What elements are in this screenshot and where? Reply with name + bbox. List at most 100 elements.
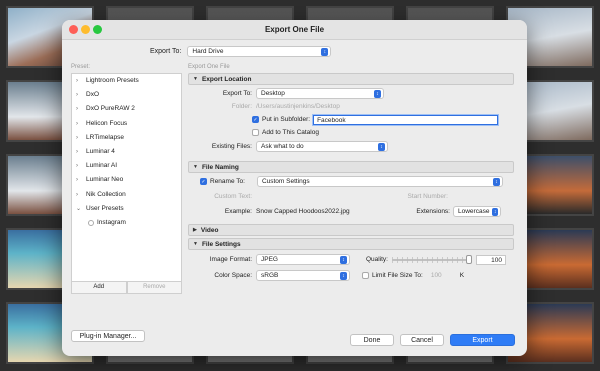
image-format-value: JPEG bbox=[261, 256, 278, 263]
put-in-subfolder-label: Put in Subfolder: bbox=[262, 116, 311, 123]
image-format-select[interactable]: JPEG ↕ bbox=[256, 254, 350, 265]
section-title: File Naming bbox=[201, 163, 239, 171]
limit-file-size-label: Limit File Size To: bbox=[372, 272, 423, 279]
preset-item[interactable]: › Luminar 4 bbox=[72, 145, 181, 159]
limit-file-size-value[interactable]: 100 bbox=[431, 272, 442, 279]
minimize-window-button[interactable] bbox=[81, 25, 90, 34]
export-to-value: Hard Drive bbox=[192, 48, 224, 55]
preset-label: Preset: bbox=[71, 64, 91, 70]
subfolder-input[interactable]: Facebook bbox=[313, 114, 499, 125]
chevron-right-icon[interactable]: › bbox=[76, 188, 83, 202]
preset-buttons: Add Remove bbox=[71, 282, 182, 294]
existing-files-select[interactable]: Ask what to do ↕ bbox=[256, 141, 388, 152]
extensions-label: Extensions: bbox=[416, 208, 450, 215]
extensions-select[interactable]: Lowercase ↕ bbox=[453, 206, 501, 217]
rename-to-select[interactable]: Custom Settings ↕ bbox=[256, 176, 503, 187]
section-title: File Settings bbox=[201, 240, 241, 248]
preset-label: Luminar Neo bbox=[86, 176, 124, 184]
color-space-value: sRGB bbox=[261, 272, 279, 279]
export-location-value: Desktop bbox=[261, 90, 285, 97]
quality-slider[interactable] bbox=[392, 255, 472, 264]
preset-item[interactable]: › Luminar AI bbox=[72, 159, 181, 173]
limit-file-size-unit: K bbox=[459, 272, 465, 279]
color-space-label: Color Space: bbox=[214, 272, 252, 279]
preset-item[interactable]: › LRTimelapse bbox=[72, 131, 181, 145]
triangle-down-icon: ▼ bbox=[193, 76, 198, 82]
chevron-right-icon[interactable]: › bbox=[76, 117, 83, 131]
slider-thumb[interactable] bbox=[466, 255, 472, 264]
slider-ticks bbox=[392, 256, 472, 263]
section-header-video[interactable]: ▶ Video bbox=[188, 224, 514, 236]
chevron-right-icon[interactable]: › bbox=[76, 102, 83, 116]
preset-item[interactable]: › DxO bbox=[72, 88, 181, 102]
color-space-select[interactable]: sRGB ↕ bbox=[256, 270, 350, 281]
export-to-select[interactable]: Hard Drive ↕ bbox=[187, 46, 332, 57]
settings-pane-label: Export One File bbox=[188, 64, 230, 70]
put-in-subfolder-checkbox[interactable]: ✓ bbox=[252, 116, 259, 123]
chevron-right-icon[interactable]: › bbox=[76, 145, 83, 159]
rename-to-label: Rename To: bbox=[210, 178, 245, 185]
plugin-manager-button[interactable]: Plug-in Manager... bbox=[71, 330, 145, 342]
preset-label: DxO bbox=[86, 91, 99, 99]
preset-item[interactable]: › Luminar Neo bbox=[72, 173, 181, 187]
settings-pane: Export One File ▼ Export Location Export … bbox=[188, 64, 514, 310]
chevron-right-icon[interactable]: › bbox=[76, 88, 83, 102]
chevron-updown-icon: ↕ bbox=[321, 47, 329, 56]
section-header-file-settings[interactable]: ▼ File Settings bbox=[188, 238, 514, 250]
rename-to-checkbox[interactable]: ✓ bbox=[200, 178, 207, 185]
quality-label: Quality: bbox=[365, 256, 388, 263]
preset-list: › Lightroom Presets › DxO › DxO PureRAW 2 ›… bbox=[71, 73, 182, 282]
preset-item[interactable]: › Helicon Focus bbox=[72, 117, 181, 131]
chevron-updown-icon: ↕ bbox=[378, 142, 385, 151]
folder-path: /Users/austinjenkins/Desktop bbox=[256, 103, 340, 110]
section-header-export-location[interactable]: ▼ Export Location bbox=[188, 73, 514, 85]
chevron-right-icon[interactable]: › bbox=[76, 131, 83, 145]
triangle-down-icon: ▼ bbox=[193, 164, 198, 170]
chevron-down-icon[interactable]: ⌄ bbox=[76, 202, 83, 216]
preset-label: Lightroom Presets bbox=[86, 77, 139, 84]
preset-label: Nik Collection bbox=[86, 190, 126, 198]
title-bar: Export One File bbox=[62, 20, 527, 40]
export-button[interactable]: Export bbox=[450, 334, 515, 346]
zoom-window-button[interactable] bbox=[93, 25, 102, 34]
rename-to-value: Custom Settings bbox=[261, 178, 310, 185]
preset-pane: Preset: › Lightroom Presets › DxO › DxO Pur… bbox=[71, 64, 182, 310]
preset-checkbox[interactable] bbox=[88, 219, 94, 226]
preset-label: DxO PureRAW 2 bbox=[86, 105, 135, 113]
example-label: Example: bbox=[224, 208, 252, 215]
chevron-right-icon[interactable]: › bbox=[76, 173, 83, 187]
preset-item-instagram[interactable]: Instagram bbox=[72, 216, 181, 230]
triangle-down-icon: ▼ bbox=[193, 241, 198, 247]
file-naming-body: ✓ Rename To: Custom Settings ↕ Custom Te… bbox=[188, 175, 514, 224]
limit-file-size-checkbox[interactable] bbox=[362, 272, 369, 279]
remove-preset-button[interactable]: Remove bbox=[126, 282, 182, 294]
section-header-file-naming[interactable]: ▼ File Naming bbox=[188, 161, 514, 173]
preset-item[interactable]: › Lightroom Presets bbox=[72, 74, 181, 88]
export-to-row: Export To: Hard Drive ↕ bbox=[150, 46, 332, 57]
add-to-catalog-checkbox[interactable] bbox=[252, 129, 259, 136]
export-dialog: Export One File Export To: Hard Drive ↕ … bbox=[62, 20, 527, 356]
export-location-select[interactable]: Desktop ↕ bbox=[256, 88, 384, 99]
export-to-label: Export To: bbox=[150, 48, 182, 55]
folder-label: Folder: bbox=[231, 103, 252, 110]
cancel-button[interactable]: Cancel bbox=[400, 334, 444, 346]
preset-item-user-presets[interactable]: ⌄ User Presets bbox=[72, 202, 181, 216]
add-preset-button[interactable]: Add bbox=[71, 282, 127, 294]
close-window-button[interactable] bbox=[69, 25, 78, 34]
existing-files-label: Existing Files: bbox=[211, 143, 252, 150]
chevron-updown-icon: ↕ bbox=[340, 271, 347, 280]
preset-label: Helicon Focus bbox=[86, 119, 128, 127]
triangle-right-icon: ▶ bbox=[193, 227, 197, 233]
chevron-right-icon[interactable]: › bbox=[76, 159, 83, 173]
chevron-right-icon[interactable]: › bbox=[76, 74, 83, 88]
chevron-updown-icon: ↕ bbox=[492, 177, 500, 186]
chevron-updown-icon: ↕ bbox=[340, 255, 347, 264]
preset-item[interactable]: › DxO PureRAW 2 bbox=[72, 102, 181, 116]
export-location-body: Export To: Desktop ↕ Folder: /Users/aust… bbox=[188, 87, 514, 161]
done-button[interactable]: Done bbox=[350, 334, 394, 346]
preset-item[interactable]: › Nik Collection bbox=[72, 188, 181, 202]
image-format-label: Image Format: bbox=[209, 256, 252, 263]
custom-text-label: Custom Text: bbox=[214, 193, 252, 200]
export-to-location-label: Export To: bbox=[222, 90, 252, 97]
quality-input[interactable]: 100 bbox=[476, 254, 506, 265]
